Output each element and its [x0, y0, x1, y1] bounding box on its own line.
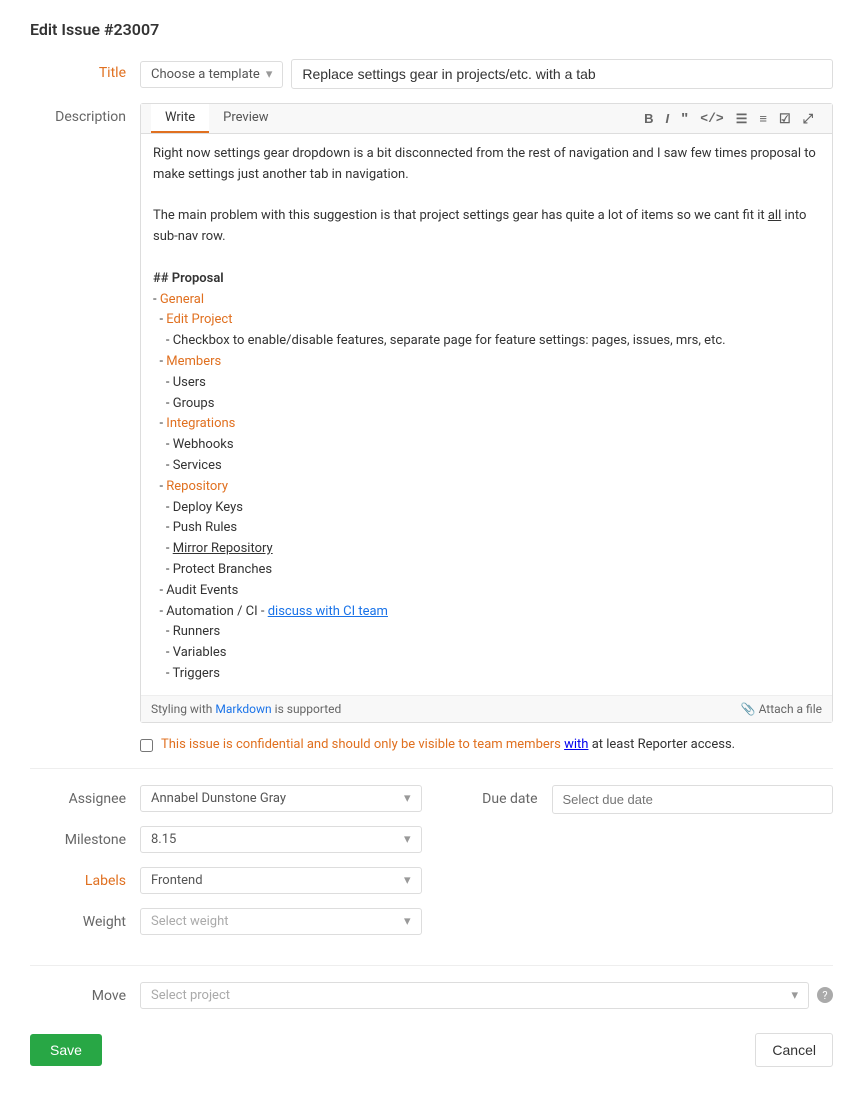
- cancel-button[interactable]: Cancel: [755, 1033, 833, 1067]
- assignee-select[interactable]: Annabel Dunstone Gray ▾: [140, 785, 422, 812]
- confidential-checkbox[interactable]: [140, 739, 153, 752]
- fields-left: Assignee Annabel Dunstone Gray ▾ Milesto…: [30, 785, 422, 949]
- template-select-label: Choose a template: [151, 67, 260, 82]
- weight-label: Weight: [30, 908, 140, 930]
- description-footer: Styling with Markdown is supported 📎 Att…: [141, 695, 832, 722]
- footer-buttons: Save Cancel: [30, 1033, 833, 1077]
- move-label: Move: [30, 982, 140, 1004]
- labels-row: Labels Frontend ▾: [30, 867, 422, 894]
- description-tab-bar: Write Preview B I " </> ☰ ≡ ☑ ⤢: [141, 104, 832, 134]
- chevron-down-icon: ▾: [404, 873, 411, 888]
- assignee-label: Assignee: [30, 785, 140, 807]
- reporter-access-link[interactable]: with: [564, 737, 588, 752]
- weight-placeholder: Select weight: [151, 914, 229, 929]
- due-date-row: Due date: [442, 785, 834, 814]
- chevron-down-icon: ▾: [791, 988, 798, 1003]
- chevron-down-icon: ▾: [266, 67, 273, 82]
- move-select[interactable]: Select project ▾: [140, 982, 809, 1009]
- page-title: Edit Issue #23007: [30, 20, 833, 39]
- bold-button[interactable]: B: [641, 109, 656, 128]
- move-row-inner: Select project ▾ ?: [140, 982, 833, 1009]
- title-label: Title: [30, 59, 140, 81]
- confidential-row: This issue is confidential and should on…: [30, 737, 833, 752]
- move-placeholder: Select project: [151, 988, 230, 1003]
- chevron-down-icon: ▾: [404, 832, 411, 847]
- tab-write[interactable]: Write: [151, 104, 209, 133]
- milestone-row: Milestone 8.15 ▾: [30, 826, 422, 853]
- milestone-value: 8.15: [151, 832, 176, 847]
- move-row: Move Select project ▾ ?: [30, 982, 833, 1009]
- confidential-text: This issue is confidential and should on…: [161, 737, 735, 752]
- chevron-down-icon: ▾: [404, 914, 411, 929]
- description-label: Description: [30, 103, 140, 125]
- description-toolbar: B I " </> ☰ ≡ ☑ ⤢: [635, 104, 822, 133]
- assignee-row: Assignee Annabel Dunstone Gray ▾: [30, 785, 422, 812]
- tab-preview[interactable]: Preview: [209, 104, 282, 133]
- italic-button[interactable]: I: [663, 109, 673, 128]
- fields-right: Due date: [442, 785, 834, 949]
- code-button[interactable]: </>: [697, 109, 726, 128]
- labels-value: Frontend: [151, 873, 203, 888]
- markdown-link[interactable]: Markdown: [215, 702, 271, 716]
- attach-file-link[interactable]: 📎 Attach a file: [741, 702, 822, 716]
- labels-label: Labels: [30, 867, 140, 889]
- assignee-value: Annabel Dunstone Gray: [151, 791, 286, 806]
- fields-section: Assignee Annabel Dunstone Gray ▾ Milesto…: [30, 785, 833, 949]
- template-select[interactable]: Choose a template ▾: [140, 61, 283, 88]
- description-content[interactable]: Right now settings gear dropdown is a bi…: [141, 134, 832, 695]
- description-editor: Write Preview B I " </> ☰ ≡ ☑ ⤢: [140, 103, 833, 723]
- ol-button[interactable]: ≡: [756, 109, 770, 128]
- weight-select[interactable]: Select weight ▾: [140, 908, 422, 935]
- chevron-down-icon: ▾: [404, 791, 411, 806]
- checklist-button[interactable]: ☑: [776, 109, 794, 129]
- due-date-label: Due date: [442, 785, 552, 807]
- quote-button[interactable]: ": [678, 108, 691, 129]
- fullscreen-button[interactable]: ⤢: [800, 109, 816, 129]
- milestone-label: Milestone: [30, 826, 140, 848]
- milestone-select[interactable]: 8.15 ▾: [140, 826, 422, 853]
- save-button[interactable]: Save: [30, 1034, 102, 1066]
- due-date-input[interactable]: [552, 785, 834, 814]
- ul-button[interactable]: ☰: [733, 109, 751, 129]
- help-icon[interactable]: ?: [817, 987, 833, 1003]
- labels-select[interactable]: Frontend ▾: [140, 867, 422, 894]
- markdown-support-text: Styling with Markdown is supported: [151, 702, 341, 716]
- attach-icon: 📎: [741, 702, 756, 716]
- title-input[interactable]: [291, 59, 833, 89]
- weight-row: Weight Select weight ▾: [30, 908, 422, 935]
